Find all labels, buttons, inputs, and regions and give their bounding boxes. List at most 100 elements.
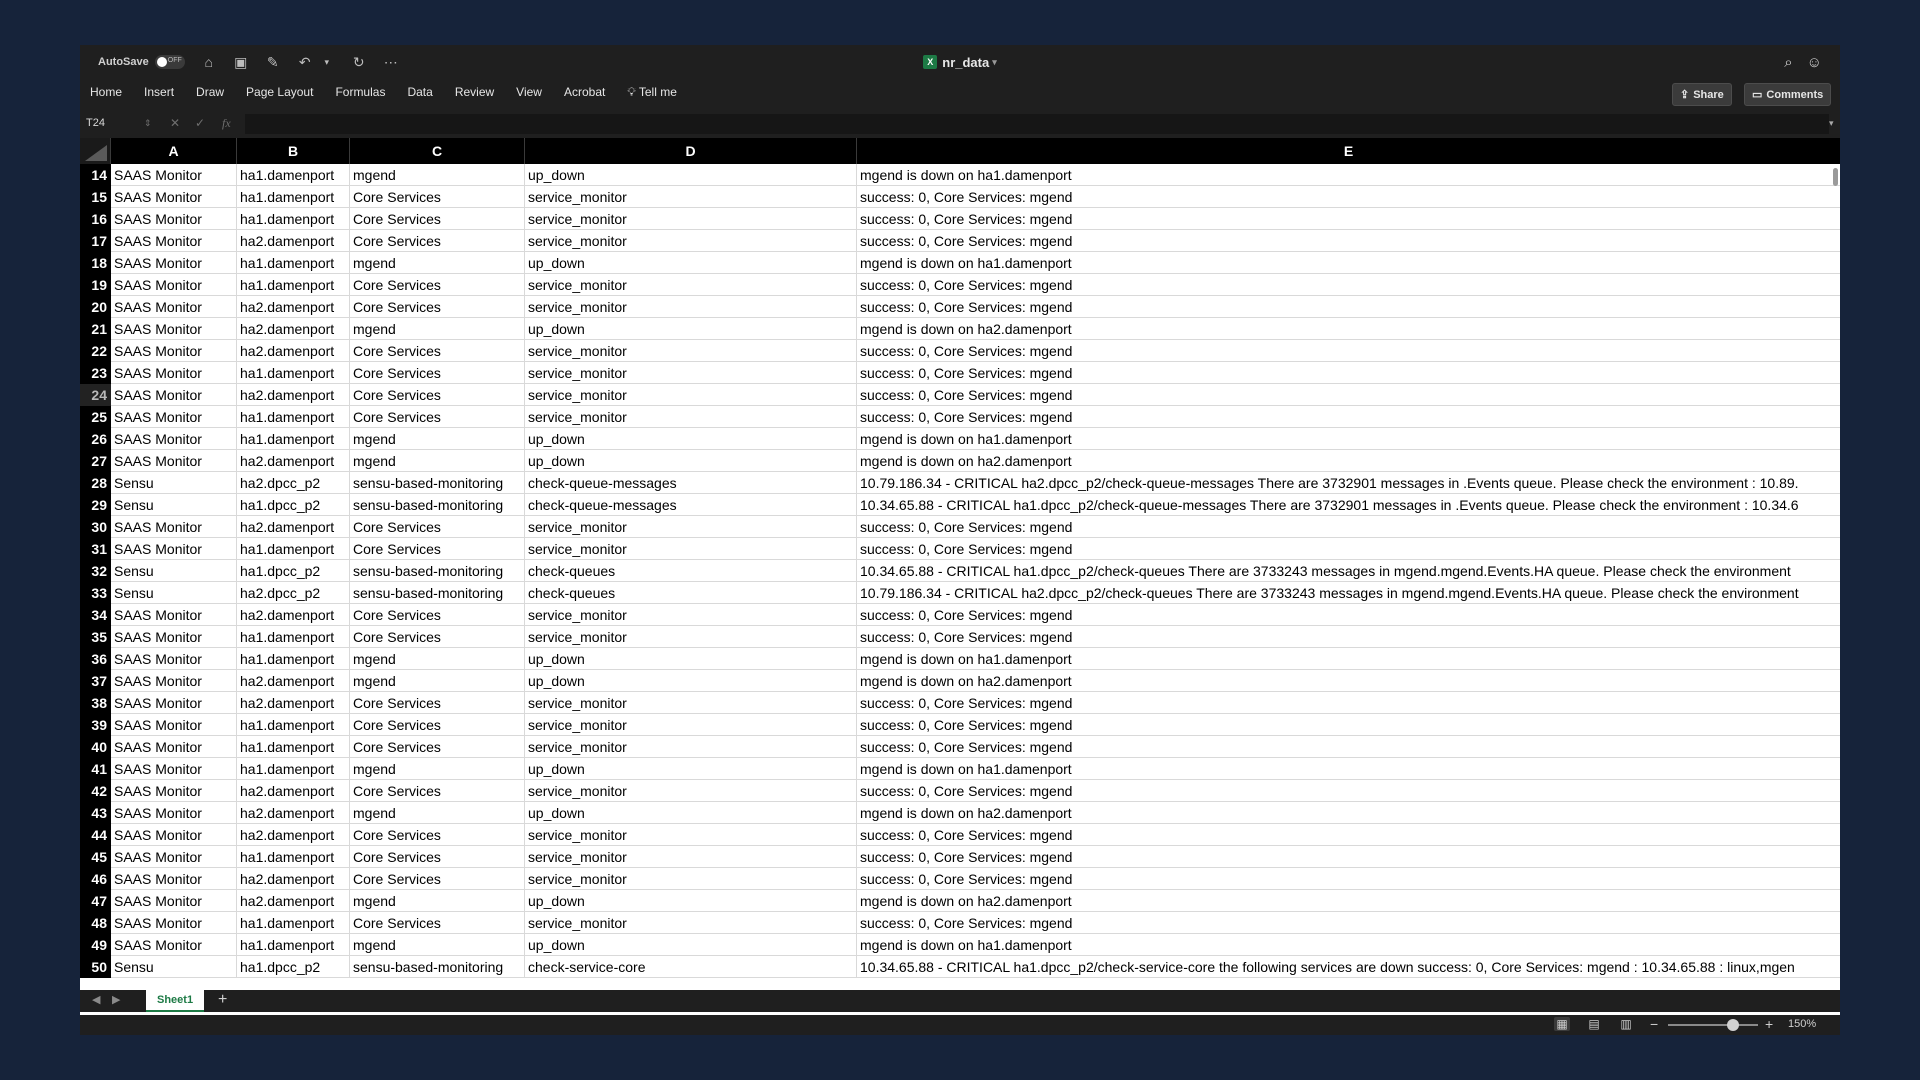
select-all-corner[interactable] [80, 138, 111, 164]
cell-a[interactable]: SAAS Monitor [111, 538, 237, 559]
row-header[interactable]: 31 [80, 538, 111, 560]
cell-b[interactable]: ha1.damenport [237, 362, 350, 383]
cell-b[interactable]: ha1.damenport [237, 846, 350, 867]
tab-view[interactable]: View [505, 85, 553, 99]
cell-d[interactable]: up_down [525, 802, 857, 823]
cell-d[interactable]: check-queues [525, 582, 857, 603]
cell-e[interactable]: success: 0, Core Services: mgend [857, 780, 1840, 801]
cell-d[interactable]: service_monitor [525, 362, 857, 383]
cell-b[interactable]: ha1.damenport [237, 626, 350, 647]
row-header[interactable]: 19 [80, 274, 111, 296]
zoom-slider[interactable] [1668, 1019, 1758, 1031]
cell-b[interactable]: ha2.dpcc_p2 [237, 472, 350, 493]
page-break-view-icon[interactable]: ▥ [1618, 1017, 1634, 1031]
cell-e[interactable]: mgend is down on ha1.damenport [857, 648, 1840, 669]
cell-e[interactable]: success: 0, Core Services: mgend [857, 824, 1840, 845]
cell-a[interactable]: SAAS Monitor [111, 318, 237, 339]
cell-d[interactable]: service_monitor [525, 604, 857, 625]
undo-icon[interactable]: ↶ [297, 54, 313, 71]
cell-a[interactable]: SAAS Monitor [111, 406, 237, 427]
cell-d[interactable]: service_monitor [525, 340, 857, 361]
cell-c[interactable]: sensu-based-monitoring [350, 472, 525, 493]
cell-a[interactable]: SAAS Monitor [111, 846, 237, 867]
cell-e[interactable]: success: 0, Core Services: mgend [857, 208, 1840, 229]
cell-b[interactable]: ha2.damenport [237, 296, 350, 317]
cell-a[interactable]: SAAS Monitor [111, 802, 237, 823]
cell-b[interactable]: ha1.damenport [237, 406, 350, 427]
cell-c[interactable]: Core Services [350, 406, 525, 427]
fx-icon[interactable]: fx [222, 115, 231, 131]
row-header[interactable]: 14 [80, 164, 111, 186]
cell-a[interactable]: SAAS Monitor [111, 362, 237, 383]
cell-b[interactable]: ha1.damenport [237, 736, 350, 757]
cell-e[interactable]: mgend is down on ha2.damenport [857, 318, 1840, 339]
cell-e[interactable]: mgend is down on ha2.damenport [857, 670, 1840, 691]
tab-insert[interactable]: Insert [133, 85, 185, 99]
cell-b[interactable]: ha1.dpcc_p2 [237, 560, 350, 581]
cell-c[interactable]: Core Services [350, 230, 525, 251]
cell-e[interactable]: success: 0, Core Services: mgend [857, 384, 1840, 405]
cell-c[interactable]: sensu-based-monitoring [350, 956, 525, 977]
cell-e[interactable]: success: 0, Core Services: mgend [857, 186, 1840, 207]
cell-e[interactable]: success: 0, Core Services: mgend [857, 406, 1840, 427]
row-header[interactable]: 17 [80, 230, 111, 252]
cell-a[interactable]: SAAS Monitor [111, 428, 237, 449]
row-header[interactable]: 34 [80, 604, 111, 626]
cell-c[interactable]: sensu-based-monitoring [350, 494, 525, 515]
cell-b[interactable]: ha1.damenport [237, 538, 350, 559]
cell-d[interactable]: check-service-core [525, 956, 857, 977]
cell-a[interactable]: SAAS Monitor [111, 340, 237, 361]
cell-e[interactable]: 10.79.186.34 - CRITICAL ha2.dpcc_p2/chec… [857, 472, 1840, 493]
spreadsheet-grid[interactable]: A B C D E 14 SAAS Monitor ha1.damenport mge… [80, 138, 1840, 1030]
cell-b[interactable]: ha1.damenport [237, 648, 350, 669]
zoom-out-icon[interactable]: − [1650, 1016, 1658, 1032]
cell-a[interactable]: Sensu [111, 472, 237, 493]
zoom-level[interactable]: 150% [1788, 1018, 1816, 1030]
search-icon[interactable]: ⌕ [1784, 54, 1792, 71]
cell-e[interactable]: success: 0, Core Services: mgend [857, 362, 1840, 383]
cell-e[interactable]: 10.79.186.34 - CRITICAL ha2.dpcc_p2/chec… [857, 582, 1840, 603]
row-header[interactable]: 45 [80, 846, 111, 868]
cell-c[interactable]: Core Services [350, 692, 525, 713]
cell-d[interactable]: up_down [525, 450, 857, 471]
cell-d[interactable]: service_monitor [525, 516, 857, 537]
cell-b[interactable]: ha2.damenport [237, 318, 350, 339]
cell-e[interactable]: mgend is down on ha1.damenport [857, 758, 1840, 779]
row-header[interactable]: 40 [80, 736, 111, 758]
name-box-stepper-icon[interactable]: ⇕ [144, 115, 152, 131]
cell-d[interactable]: service_monitor [525, 208, 857, 229]
cell-c[interactable]: Core Services [350, 516, 525, 537]
cell-e[interactable]: success: 0, Core Services: mgend [857, 516, 1840, 537]
cell-e[interactable]: success: 0, Core Services: mgend [857, 604, 1840, 625]
cell-a[interactable]: SAAS Monitor [111, 164, 237, 185]
cell-a[interactable]: SAAS Monitor [111, 516, 237, 537]
cell-b[interactable]: ha1.damenport [237, 758, 350, 779]
cell-e[interactable]: success: 0, Core Services: mgend [857, 846, 1840, 867]
row-header[interactable]: 33 [80, 582, 111, 604]
cell-e[interactable]: mgend is down on ha1.damenport [857, 428, 1840, 449]
cell-b[interactable]: ha1.damenport [237, 164, 350, 185]
cell-b[interactable]: ha1.damenport [237, 252, 350, 273]
cell-a[interactable]: SAAS Monitor [111, 868, 237, 889]
cell-e[interactable]: 10.34.65.88 - CRITICAL ha1.dpcc_p2/check… [857, 956, 1840, 977]
cell-b[interactable]: ha1.damenport [237, 274, 350, 295]
cell-c[interactable]: Core Services [350, 604, 525, 625]
cancel-icon[interactable]: ✕ [170, 115, 180, 131]
cell-b[interactable]: ha2.damenport [237, 670, 350, 691]
cell-a[interactable]: SAAS Monitor [111, 670, 237, 691]
cell-d[interactable]: up_down [525, 670, 857, 691]
cell-a[interactable]: Sensu [111, 560, 237, 581]
cell-a[interactable]: SAAS Monitor [111, 252, 237, 273]
cell-e[interactable]: mgend is down on ha1.damenport [857, 934, 1840, 955]
row-header[interactable]: 16 [80, 208, 111, 230]
cell-a[interactable]: SAAS Monitor [111, 934, 237, 955]
tab-tell-me[interactable]: 💡︎ Tell me [616, 85, 688, 100]
cell-e[interactable]: success: 0, Core Services: mgend [857, 714, 1840, 735]
cell-b[interactable]: ha2.damenport [237, 868, 350, 889]
cell-d[interactable]: service_monitor [525, 824, 857, 845]
row-header[interactable]: 27 [80, 450, 111, 472]
cell-d[interactable]: service_monitor [525, 406, 857, 427]
cell-b[interactable]: ha2.damenport [237, 890, 350, 911]
cell-c[interactable]: Core Services [350, 846, 525, 867]
row-header[interactable]: 15 [80, 186, 111, 208]
